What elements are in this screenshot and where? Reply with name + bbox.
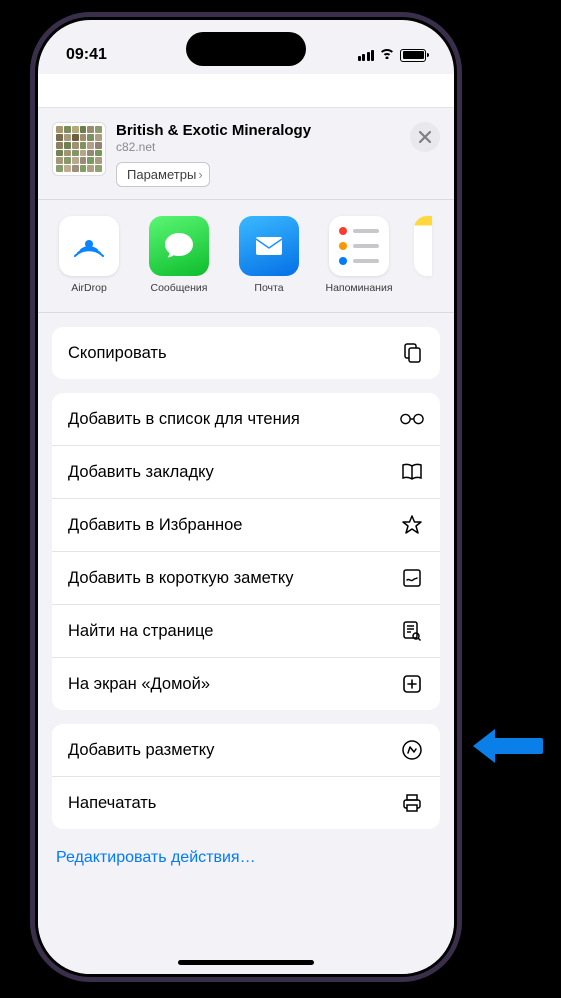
chevron-right-icon: › <box>198 167 202 182</box>
share-target-notes-partial[interactable] <box>414 216 432 276</box>
share-targets-row[interactable]: AirDrop Сообщения Почта <box>38 200 454 313</box>
app-label: AirDrop <box>71 282 107 294</box>
action-group-2: Добавить в список для чтения Добавить за… <box>52 393 440 710</box>
action-print[interactable]: Напечатать <box>52 777 440 829</box>
action-label: Найти на странице <box>68 622 213 641</box>
share-target-reminders[interactable]: Напоминания <box>324 216 394 294</box>
header-text: British & Exotic Mineralogy c82.net Пара… <box>116 122 400 187</box>
action-markup[interactable]: Добавить разметку <box>52 724 440 777</box>
action-label: Добавить в короткую заметку <box>68 569 294 588</box>
app-label: Напоминания <box>325 282 392 294</box>
action-add-to-home-screen[interactable]: На экран «Домой» <box>52 658 440 710</box>
app-label: Сообщения <box>151 282 208 294</box>
action-label: Добавить закладку <box>68 463 214 482</box>
share-sheet: British & Exotic Mineralogy c82.net Пара… <box>38 108 454 974</box>
share-options-button[interactable]: Параметры › <box>116 162 210 187</box>
airdrop-icon <box>59 216 119 276</box>
quick-note-icon <box>400 566 424 590</box>
page-title: British & Exotic Mineralogy <box>116 122 400 139</box>
params-label: Параметры <box>127 167 196 182</box>
action-label: Добавить разметку <box>68 741 214 760</box>
print-icon <box>400 791 424 815</box>
action-add-bookmark[interactable]: Добавить закладку <box>52 446 440 499</box>
annotation-arrow <box>473 725 543 772</box>
action-label: Скопировать <box>68 344 167 363</box>
action-group-3: Добавить разметку Напечатать <box>52 724 440 829</box>
mail-icon <box>239 216 299 276</box>
browser-background <box>38 74 454 108</box>
action-find-on-page[interactable]: Найти на странице <box>52 605 440 658</box>
share-target-messages[interactable]: Сообщения <box>144 216 214 294</box>
glasses-icon <box>400 407 424 431</box>
action-label: На экран «Домой» <box>68 675 210 694</box>
phone-frame: 09:41 <box>30 12 462 982</box>
battery-icon <box>400 49 426 62</box>
action-add-favorite[interactable]: Добавить в Избранное <box>52 499 440 552</box>
page-url: c82.net <box>116 140 400 154</box>
status-time: 09:41 <box>66 46 107 64</box>
find-on-page-icon <box>400 619 424 643</box>
status-indicators <box>358 46 427 64</box>
action-copy[interactable]: Скопировать <box>52 327 440 379</box>
actions-scrollview[interactable]: Скопировать Добавить в список для чтения <box>38 313 454 969</box>
screen: 09:41 <box>38 20 454 974</box>
book-icon <box>400 460 424 484</box>
copy-icon <box>400 341 424 365</box>
close-button[interactable] <box>410 122 440 152</box>
page-thumbnail <box>52 122 106 176</box>
action-group-1: Скопировать <box>52 327 440 379</box>
action-label: Добавить в Избранное <box>68 516 242 535</box>
action-quick-note[interactable]: Добавить в короткую заметку <box>52 552 440 605</box>
phone-bezel: 09:41 <box>35 17 457 977</box>
messages-icon <box>149 216 209 276</box>
action-label: Напечатать <box>68 794 156 813</box>
cellular-signal-icon <box>358 49 375 61</box>
action-reading-list[interactable]: Добавить в список для чтения <box>52 393 440 446</box>
home-indicator[interactable] <box>178 960 314 965</box>
star-icon <box>400 513 424 537</box>
app-label: Почта <box>254 282 283 294</box>
markup-icon <box>400 738 424 762</box>
add-to-home-icon <box>400 672 424 696</box>
edit-actions-button[interactable]: Редактировать действия… <box>52 843 440 887</box>
wifi-icon <box>379 46 395 64</box>
dynamic-island <box>186 32 306 66</box>
share-sheet-header: British & Exotic Mineralogy c82.net Пара… <box>38 108 454 200</box>
reminders-icon <box>329 216 389 276</box>
share-target-mail[interactable]: Почта <box>234 216 304 294</box>
share-target-airdrop[interactable]: AirDrop <box>54 216 124 294</box>
action-label: Добавить в список для чтения <box>68 410 300 429</box>
close-icon <box>419 131 431 143</box>
